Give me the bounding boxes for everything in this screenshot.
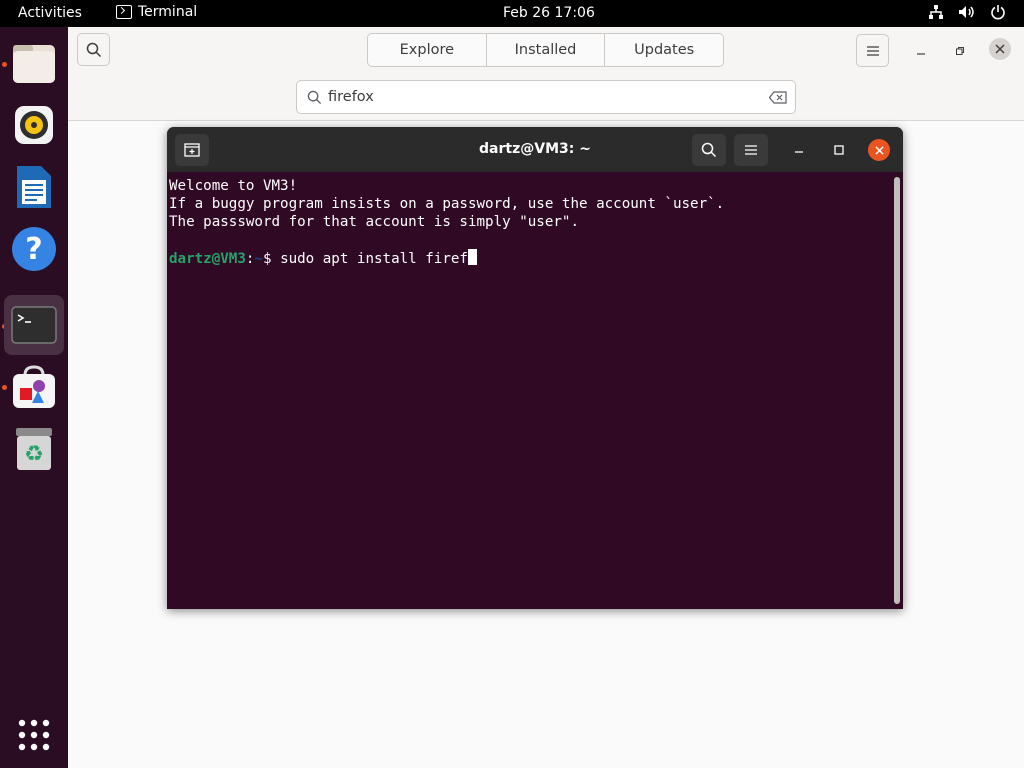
terminal-line: If a buggy program insists on a password… (169, 196, 725, 212)
dock-software[interactable] (4, 357, 64, 417)
search-icon (701, 142, 717, 158)
hamburger-icon (866, 45, 879, 56)
maximize-icon (834, 145, 844, 155)
software-minimize-button[interactable] (910, 40, 932, 62)
writer-icon (17, 166, 51, 208)
tab-installed[interactable]: Installed (487, 34, 606, 66)
svg-text:?: ? (25, 232, 42, 267)
minimize-icon (795, 151, 803, 153)
dock-writer[interactable] (4, 157, 64, 217)
hamburger-icon (745, 145, 757, 155)
search-icon (86, 42, 101, 57)
show-apps-button[interactable] (4, 705, 64, 765)
prompt-symbol: $ (262, 251, 272, 267)
text-cursor (467, 249, 477, 265)
dock-rhythmbox[interactable] (4, 95, 64, 155)
search-icon (307, 90, 322, 105)
search-toggle-button[interactable] (77, 33, 110, 66)
terminal-line: The passsword for that account is simply… (169, 214, 579, 230)
terminal-minimize-button[interactable] (788, 139, 810, 161)
app-grid-icon (18, 719, 50, 751)
software-search-input[interactable]: firefox (328, 89, 374, 105)
tab-updates[interactable]: Updates (605, 34, 723, 66)
svg-text:♻: ♻ (24, 442, 44, 467)
terminal-icon (11, 306, 57, 344)
network-icon (929, 5, 943, 19)
software-restore-button[interactable] (949, 40, 971, 62)
app-menu[interactable]: Terminal (116, 4, 197, 20)
dock-trash[interactable]: ♻ (4, 419, 64, 479)
software-menu-button[interactable] (856, 34, 889, 67)
dock-help[interactable]: ? (4, 219, 64, 279)
software-close-button[interactable] (989, 38, 1011, 60)
clear-search-icon[interactable] (769, 91, 787, 104)
software-header: Explore Installed Updates firefox (68, 27, 1024, 121)
terminal-search-button[interactable] (692, 134, 726, 166)
volume-icon (959, 6, 974, 18)
app-menu-label: Terminal (138, 4, 198, 20)
terminal-scrollbar[interactable] (894, 177, 900, 604)
trash-icon: ♻ (16, 428, 52, 470)
minimize-icon (917, 53, 925, 55)
software-tabs: Explore Installed Updates (367, 33, 724, 67)
activities-button[interactable]: Activities (18, 5, 82, 21)
close-icon (995, 44, 1005, 54)
terminal-menu-button[interactable] (734, 134, 768, 166)
terminal-output[interactable]: Welcome to VM3! If a buggy program insist… (169, 177, 724, 268)
clock[interactable]: Feb 26 17:06 (503, 5, 595, 21)
power-icon (991, 5, 1005, 20)
terminal-maximize-button[interactable] (828, 139, 850, 161)
terminal-line: Welcome to VM3! (169, 178, 298, 194)
prompt-user: dartz@VM3 (169, 251, 246, 267)
terminal-close-button[interactable] (868, 139, 890, 161)
terminal-command-input[interactable]: sudo apt install firef (280, 251, 468, 267)
files-icon (13, 45, 55, 83)
software-search-field[interactable]: firefox (296, 80, 796, 114)
restore-icon (956, 47, 964, 55)
dock-terminal[interactable] (4, 295, 64, 355)
software-store-icon (13, 365, 55, 408)
help-icon: ? (12, 227, 56, 271)
rhythmbox-icon (15, 106, 53, 144)
dock-files[interactable] (4, 33, 64, 93)
top-bar: Activities Terminal Feb 26 17:06 (0, 0, 1024, 27)
terminal-headerbar[interactable]: dartz@VM3: ~ (167, 127, 903, 172)
terminal-window[interactable]: dartz@VM3: ~ Welcome to VM3! If a buggy p… (167, 127, 903, 609)
terminal-icon (116, 5, 132, 19)
close-icon (874, 145, 884, 155)
prompt-path: ~ (254, 251, 263, 267)
terminal-prompt-line: dartz@VM3:~$ sudo apt install firef (169, 249, 724, 268)
system-tray[interactable] (928, 4, 1006, 20)
tab-explore[interactable]: Explore (368, 34, 487, 66)
dock: ? ♻ (0, 27, 68, 768)
